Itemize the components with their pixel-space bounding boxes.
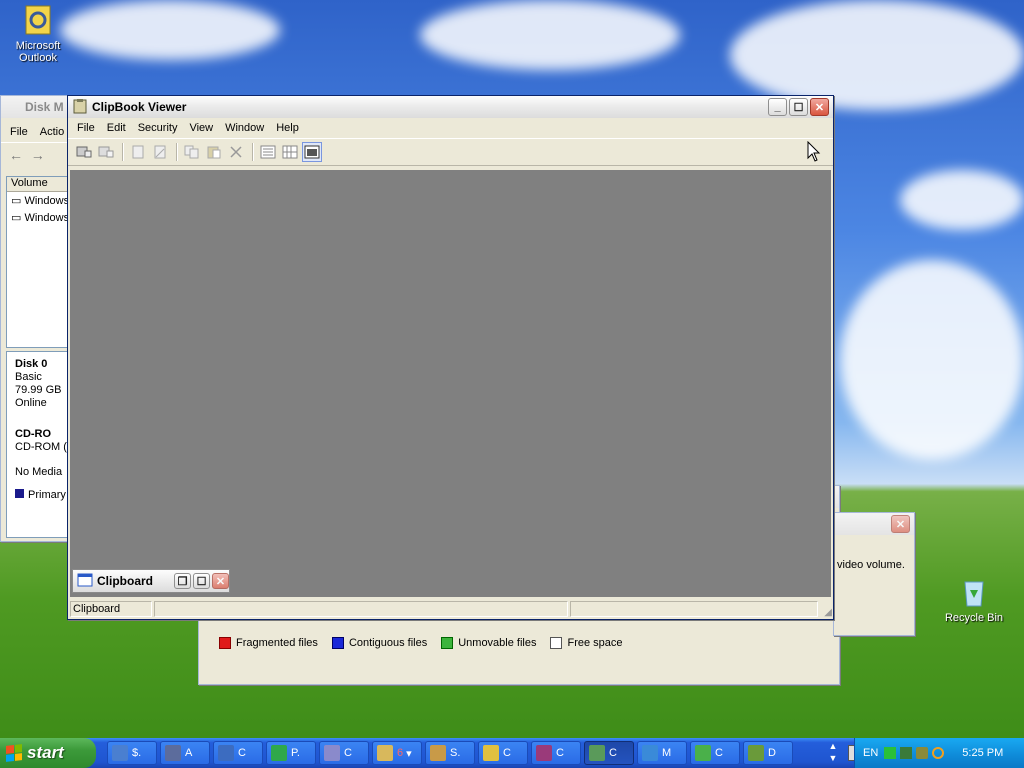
taskbar-task[interactable]: C <box>690 741 740 765</box>
stop-sharing-icon[interactable] <box>150 142 170 162</box>
outlook-label: Microsoft Outlook <box>15 40 61 64</box>
system-tray: EN 5:25 PM <box>854 738 1024 768</box>
thumbnails-icon[interactable] <box>280 142 300 162</box>
clipboard-minimized-window[interactable]: Clipboard ❐ ☐ ✕ <box>72 569 230 593</box>
mdi-client-area[interactable]: Clipboard ❐ ☐ ✕ <box>70 170 831 597</box>
taskbar-task[interactable]: C <box>531 741 581 765</box>
task-icon <box>695 745 711 761</box>
recycle-bin-desktop-icon[interactable]: Recycle Bin <box>936 576 1012 624</box>
disk-mgmt-menu-action[interactable]: Actio <box>34 126 70 138</box>
taskbar-task[interactable]: A <box>160 741 210 765</box>
taskbar-task[interactable]: C <box>213 741 263 765</box>
status-text: Clipboard <box>70 601 152 617</box>
taskbar-task[interactable]: M <box>637 741 687 765</box>
maximize-button[interactable]: ☐ <box>789 98 808 116</box>
windows-flag-icon <box>6 744 22 762</box>
clipbook-app-icon <box>72 98 88 117</box>
connect-icon[interactable] <box>74 142 94 162</box>
start-button[interactable]: start <box>0 738 96 768</box>
menu-window[interactable]: Window <box>219 122 270 134</box>
outlook-desktop-icon[interactable]: Microsoft Outlook <box>0 4 76 64</box>
clipbook-menubar: File Edit Security View Window Help <box>68 118 833 139</box>
disconnect-icon[interactable] <box>96 142 116 162</box>
clock[interactable]: 5:25 PM <box>962 747 1003 759</box>
volume-icon[interactable] <box>916 747 929 759</box>
network-icon[interactable] <box>884 747 897 759</box>
task-icon <box>589 745 605 761</box>
clipboard-window-icon <box>77 573 93 590</box>
clipbook-title: ClipBook Viewer <box>92 100 187 114</box>
search-icon[interactable] <box>932 747 945 759</box>
copy-icon[interactable] <box>182 142 202 162</box>
task-icon <box>748 745 764 761</box>
message-dialog[interactable]: ✕ video volume. <box>833 512 915 636</box>
menu-security[interactable]: Security <box>132 122 184 134</box>
dialog-close-button[interactable]: ✕ <box>891 515 910 533</box>
task-icon <box>483 745 499 761</box>
taskbar-scroll-arrows[interactable]: ▲ ▼ <box>826 740 840 766</box>
task-icon <box>324 745 340 761</box>
clipbook-toolbar <box>68 139 833 166</box>
table-of-contents-icon[interactable] <box>258 142 278 162</box>
status-pane <box>154 601 568 617</box>
forward-arrow-icon[interactable]: → <box>31 147 45 163</box>
task-icon <box>112 745 128 761</box>
legend-contiguous: Contiguous files <box>331 637 427 649</box>
menu-view[interactable]: View <box>183 122 219 134</box>
primary-legend-swatch <box>15 489 24 498</box>
outlook-icon <box>22 4 54 36</box>
connection-icon[interactable] <box>900 747 913 759</box>
legend-fragmented: Fragmented files <box>219 637 318 649</box>
clipboard-maximize-button[interactable]: ☐ <box>193 573 210 589</box>
task-icon <box>536 745 552 761</box>
task-icon <box>218 745 234 761</box>
taskbar-task[interactable]: D <box>743 741 793 765</box>
menu-help[interactable]: Help <box>270 122 305 134</box>
legend-unmovable: Unmovable files <box>441 637 536 649</box>
taskbar-task[interactable]: $. <box>107 741 157 765</box>
taskbar-task[interactable]: C <box>319 741 369 765</box>
mouse-cursor-icon <box>807 141 821 162</box>
taskbar-task-active[interactable]: C <box>584 741 634 765</box>
disk-mgmt-title: Disk M <box>25 100 64 114</box>
status-pane-right <box>570 601 818 617</box>
back-arrow-icon[interactable]: ← <box>9 147 23 163</box>
legend-free-space: Free space <box>550 637 623 649</box>
task-icon <box>165 745 181 761</box>
recycle-bin-icon <box>958 576 990 608</box>
start-label: start <box>27 743 64 762</box>
paste-icon[interactable] <box>204 142 224 162</box>
clipbook-viewer-window[interactable]: ClipBook Viewer _ ☐ ✕ File Edit Security… <box>67 95 834 620</box>
menu-edit[interactable]: Edit <box>101 122 132 134</box>
clipboard-close-button[interactable]: ✕ <box>212 573 229 589</box>
minimize-button[interactable]: _ <box>768 98 787 116</box>
task-icon <box>271 745 287 761</box>
share-icon[interactable] <box>128 142 148 162</box>
recycle-bin-label: Recycle Bin <box>944 612 1004 624</box>
task-icon <box>430 745 446 761</box>
taskbar-task[interactable]: P. <box>266 741 316 765</box>
close-button[interactable]: ✕ <box>810 98 829 116</box>
full-page-icon[interactable] <box>302 142 322 162</box>
taskbar-task-group[interactable]: 6 ▾ <box>372 741 422 765</box>
taskbar-task[interactable]: C <box>478 741 528 765</box>
clipboard-window-title: Clipboard <box>97 574 153 588</box>
menu-file[interactable]: File <box>71 122 101 134</box>
task-icon <box>642 745 658 761</box>
taskbar: start $. A C P. C 6 ▾ S. C C C M C D ▲ ▼ … <box>0 738 1024 768</box>
dialog-message: video volume. <box>837 559 905 571</box>
language-indicator[interactable]: EN <box>863 747 878 759</box>
clipboard-restore-button[interactable]: ❐ <box>174 573 191 589</box>
clipbook-titlebar[interactable]: ClipBook Viewer _ ☐ ✕ <box>68 96 833 118</box>
resize-grip-icon[interactable]: ◢ <box>824 607 832 618</box>
disk-mgmt-menu-file[interactable]: File <box>4 126 34 138</box>
taskbar-task[interactable]: S. <box>425 741 475 765</box>
clipbook-statusbar: Clipboard ◢ <box>68 599 833 619</box>
delete-icon[interactable] <box>226 142 246 162</box>
task-icon <box>377 745 393 761</box>
